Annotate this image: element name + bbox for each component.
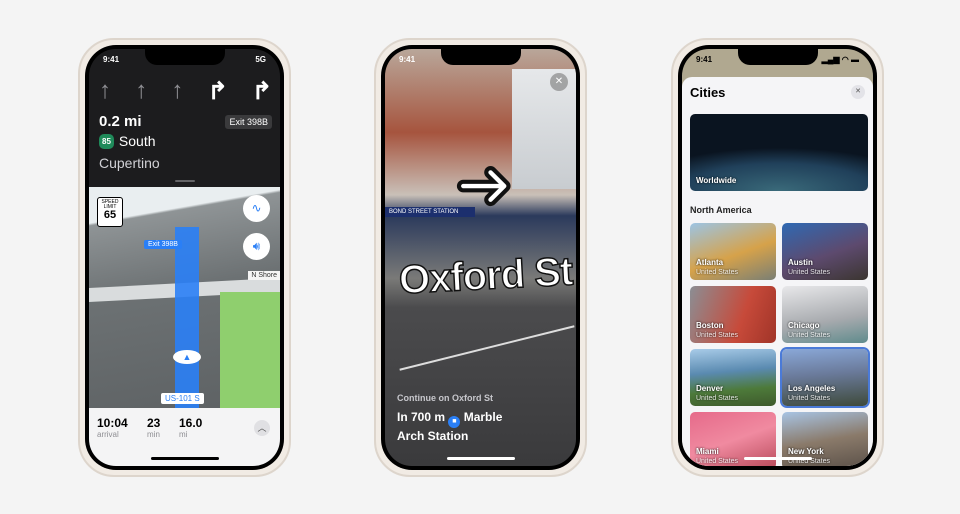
expand-button[interactable]: ︿ (254, 420, 270, 436)
sheet-title: Cities (690, 85, 726, 100)
city-name: Atlanta (696, 258, 724, 267)
city-country: United States (696, 332, 739, 339)
minutes-label: min (147, 430, 160, 439)
chevron-up-icon: ︿ (257, 423, 267, 433)
city-name: Chicago (788, 321, 820, 330)
navigation-screen: 9:41 5G ↑ ↑ ↑ ↱ ↱ 0.2 mi Exit 398B 85 Sou… (89, 49, 280, 466)
city-country: United States (696, 269, 739, 276)
notch (144, 49, 225, 65)
notch (737, 49, 818, 65)
maneuver-distance: 0.2 mi (99, 113, 142, 130)
notch (440, 49, 521, 65)
arrival-time: 10:04 (97, 416, 128, 430)
transit-station-icon: ■ (448, 416, 461, 428)
city-name: Denver (696, 384, 724, 393)
lane-guidance: ↑ ↑ ↑ ↱ ↱ (99, 77, 272, 106)
city-card-los-angeles[interactable]: Los Angeles United States (782, 349, 868, 406)
lane-arrow-icon: ↱ (251, 78, 272, 105)
map-label-exit: Exit 398B (144, 240, 182, 249)
city-name: Miami (696, 447, 719, 456)
close-icon: ✕ (855, 88, 861, 95)
instruction-destination-2: Arch Station (397, 429, 469, 443)
city-country: United States (788, 332, 831, 339)
current-location-icon: ▲ (173, 350, 201, 364)
miles-label: mi (179, 430, 188, 439)
home-indicator[interactable] (150, 457, 219, 460)
guidance-banner[interactable]: 9:41 5G ↑ ↑ ↑ ↱ ↱ 0.2 mi Exit 398B 85 Sou… (89, 49, 280, 187)
close-button[interactable]: ✕ (851, 85, 865, 99)
ar-turn-arrow-icon: ➜ (454, 145, 515, 223)
city-card-austin[interactable]: Austin United States (782, 223, 868, 280)
phone-navigation: 9:41 5G ↑ ↑ ↑ ↱ ↱ 0.2 mi Exit 398B 85 Sou… (78, 38, 291, 477)
lane-arrow-icon: ↑ (171, 77, 184, 104)
route-overview-button[interactable]: ∿ (243, 195, 270, 222)
destination: Cupertino (99, 155, 160, 171)
status-time: 9:41 (696, 55, 713, 64)
map-view[interactable]: SPEED LIMIT 65 ∿ 🔊︎ Exit 398B N Shore ▲ US… (89, 187, 280, 413)
status-time: 9:41 (103, 55, 120, 64)
cities-sheet: Cities ✕ Worldwide North America Atlanta… (682, 77, 873, 466)
lane-arrow-icon: ↱ (207, 78, 228, 105)
city-country: United States (696, 458, 739, 465)
exit-badge: Exit 398B (225, 115, 272, 129)
road-marking (399, 325, 575, 371)
arrival-label: arrival (97, 430, 119, 439)
ar-screen: 9:41 ✕ BOND STREET STATION ➜ Oxford St C… (385, 49, 576, 466)
city-card-chicago[interactable]: Chicago United States (782, 286, 868, 343)
cities-screen: 9:41 ▂▄▆ ◠ ▬ Cities ✕ Worldwide North Ame… (682, 49, 873, 466)
lane-arrow-icon: ↑ (99, 77, 111, 104)
route-line (175, 227, 199, 413)
speaker-icon: 🔊︎ (252, 239, 261, 253)
city-name: Los Angeles (788, 384, 836, 393)
trip-minutes: 23 (147, 416, 161, 430)
city-country: United States (696, 395, 739, 402)
instruction-distance: In 700 m (397, 410, 446, 424)
audio-button[interactable]: 🔊︎ (243, 233, 270, 260)
close-button[interactable]: ✕ (550, 73, 568, 91)
direction: South (118, 133, 156, 149)
home-indicator[interactable] (743, 457, 812, 460)
city-country: United States (788, 269, 831, 276)
city-name: Boston (696, 321, 724, 330)
grass (220, 292, 280, 413)
section-heading: North America (690, 205, 752, 215)
map-label-highway: US-101 S (161, 393, 204, 404)
drag-handle[interactable] (174, 180, 195, 182)
city-name: Austin (788, 258, 813, 267)
lane-arrow-icon: ↑ (135, 77, 148, 104)
map-label-street: N Shore (248, 271, 280, 280)
home-indicator[interactable] (446, 457, 515, 460)
close-icon: ✕ (554, 76, 564, 87)
phone-cities: 9:41 ▂▄▆ ◠ ▬ Cities ✕ Worldwide North Ame… (671, 38, 884, 477)
instruction-destination-1: Marble (463, 410, 503, 424)
city-name: New York (788, 447, 824, 456)
instruction: Continue on Oxford St (397, 393, 493, 403)
status-icons: ▂▄▆ ◠ ▬ (821, 55, 859, 64)
status-time: 9:41 (399, 55, 416, 64)
phone-ar-walking: 9:41 ✕ BOND STREET STATION ➜ Oxford St C… (374, 38, 587, 477)
route-shield-icon: 85 (99, 133, 114, 149)
route-icon: ∿ (251, 201, 262, 215)
city-card-atlanta[interactable]: Atlanta United States (690, 223, 776, 280)
status-signal: 5G (255, 55, 266, 64)
city-card-denver[interactable]: Denver United States (690, 349, 776, 406)
city-card-worldwide[interactable]: Worldwide (690, 114, 868, 191)
ar-street-label: Oxford St (397, 249, 574, 304)
trip-miles: 16.0 (179, 416, 203, 430)
city-country: United States (788, 395, 831, 402)
city-card-boston[interactable]: Boston United States (690, 286, 776, 343)
speed-limit-sign: SPEED LIMIT 65 (97, 197, 123, 227)
